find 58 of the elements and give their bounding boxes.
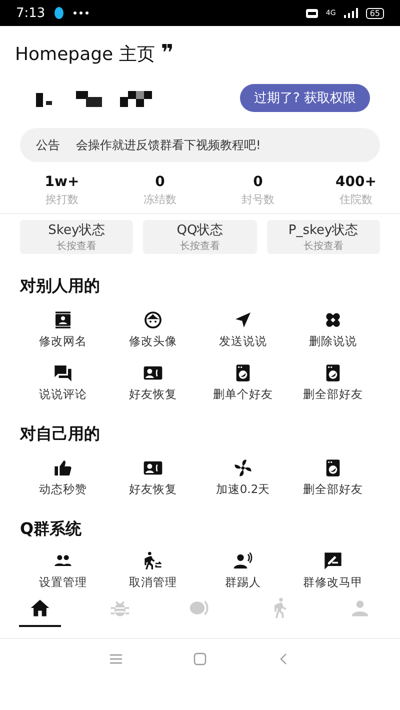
battery-level: 65	[366, 8, 384, 18]
feature-button[interactable]: 发送说说	[198, 310, 288, 349]
hd-icon	[306, 8, 318, 18]
status-title: QQ状态	[176, 222, 224, 239]
notice-label: 公告	[36, 136, 60, 154]
stat-label: 挨打数	[46, 192, 78, 207]
menu-icon[interactable]	[109, 652, 123, 666]
stat-value: 0	[155, 174, 165, 190]
stat-value: 400+	[336, 174, 376, 190]
feature-button[interactable]: 说说评论	[18, 363, 108, 402]
feature-button[interactable]: 删除说说	[288, 310, 378, 349]
page-title: Homepage 主页	[15, 43, 155, 66]
feature-button[interactable]: 好友恢复	[108, 458, 198, 497]
feature-button[interactable]: 群修改马甲	[288, 551, 378, 590]
quote-mark: ❞	[160, 43, 174, 65]
fan-icon	[233, 458, 253, 478]
feature-button[interactable]: 删全部好友	[288, 363, 378, 402]
home-icon	[29, 597, 51, 619]
more-icon	[73, 11, 90, 15]
status-title: Skey状态	[48, 222, 106, 239]
get-permission-button[interactable]: 过期了? 获取权限	[240, 84, 370, 112]
thumbs-up-icon	[53, 458, 73, 478]
feature-button[interactable]: 好友恢复	[108, 363, 198, 402]
status-card[interactable]: P_skey状态 长按查看	[266, 220, 380, 254]
status-hint: 长按查看	[303, 240, 344, 253]
status-hint: 长按查看	[180, 240, 220, 253]
walking-person-arrows-icon	[143, 551, 163, 571]
feature-button[interactable]: 加速0.2天	[198, 458, 288, 497]
feature-button[interactable]: 修改头像	[108, 310, 198, 349]
stat-label: 住院数	[340, 192, 372, 207]
stat-value: 0	[253, 174, 263, 190]
feature-button[interactable]: 群踢人	[198, 551, 288, 590]
person-speaking-icon	[233, 551, 253, 571]
section-title: 对自己用的	[18, 423, 101, 445]
signal-icon	[344, 8, 358, 18]
notice-text: 会操作就进反馈群看下视频教程吧!	[76, 136, 261, 154]
status-card[interactable]: QQ状态 长按查看	[143, 220, 257, 254]
feature-button[interactable]: 删全部好友	[288, 458, 378, 497]
feature-button[interactable]: 删单个好友	[198, 363, 288, 402]
feature-button[interactable]: 修改网名	[18, 310, 108, 349]
edit-message-icon	[323, 551, 343, 571]
feature-button[interactable]: 动态秒赞	[18, 458, 108, 497]
feature-button[interactable]: 取消管理	[108, 551, 198, 590]
section-title: 对别人用的	[18, 275, 101, 297]
home-button-icon[interactable]	[193, 652, 207, 666]
navigation-arrow-icon	[233, 310, 253, 330]
stat-label: 封号数	[242, 192, 274, 207]
feature-button[interactable]: 设置管理	[18, 551, 108, 590]
id-card-icon	[53, 310, 73, 330]
status-card[interactable]: Skey状态 长按查看	[20, 220, 134, 254]
chat-bubbles-icon	[53, 363, 73, 383]
stat-label: 冻结数	[144, 192, 176, 207]
section-title: Q群系统	[19, 518, 83, 540]
face-icon	[143, 310, 163, 330]
stat-value: 1w+	[44, 174, 80, 190]
clock: 7:13	[16, 6, 46, 20]
status-hint: 长按查看	[56, 240, 97, 253]
status-title: P_skey状态	[288, 222, 358, 239]
